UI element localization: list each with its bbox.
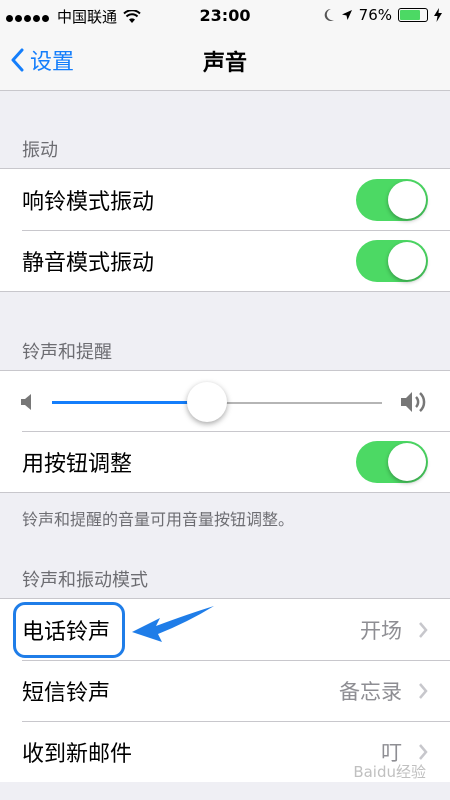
page-title: 声音 [202, 51, 247, 76]
new-mail-label: 收到新邮件 [22, 741, 133, 767]
vibrate-on-ring-row: 响铃模式振动 [0, 169, 450, 230]
change-with-buttons-row: 用按钮调整 [0, 431, 450, 492]
text-tone-row[interactable]: 短信铃声 备忘录 [0, 660, 450, 721]
volume-slider-thumb[interactable] [187, 382, 227, 422]
navigation-bar: 设置 声音 [0, 30, 450, 91]
watermark: Baidu经验 [353, 763, 426, 781]
toggle-knob [388, 443, 426, 481]
battery-percent: 76% [358, 6, 392, 24]
annotation-arrow-icon [132, 606, 214, 642]
status-bar: 中国联通 23:00 76% [0, 0, 450, 30]
text-tone-value: 备忘录 [339, 679, 402, 704]
chevron-right-icon [419, 744, 428, 760]
ringer-group: 用按钮调整 [0, 370, 450, 493]
speaker-low-icon [21, 394, 31, 410]
chevron-right-icon [419, 622, 428, 638]
location-icon [341, 10, 352, 20]
text-tone-label: 短信铃声 [22, 680, 111, 706]
chevron-right-icon [419, 683, 428, 699]
speaker-high-icon [401, 392, 426, 412]
toggle-knob [388, 242, 426, 280]
ringtone-value: 开场 [360, 618, 402, 643]
vibrate-on-silent-toggle[interactable] [356, 240, 428, 282]
change-with-buttons-toggle[interactable] [356, 441, 428, 483]
section-header-patterns: 铃声和振动模式 [22, 570, 148, 591]
section-header-vibrate: 振动 [22, 140, 58, 161]
vibrate-on-silent-label: 静音模式振动 [22, 250, 155, 276]
vibrate-on-ring-toggle[interactable] [356, 179, 428, 221]
vibrate-on-ring-label: 响铃模式振动 [22, 189, 155, 215]
volume-track-filled [52, 401, 207, 404]
volume-track-empty [207, 402, 382, 404]
ringtone-highlight-box [13, 602, 125, 658]
section-header-ringer: 铃声和提醒 [22, 342, 112, 363]
ringer-footnote: 铃声和提醒的音量可用音量按钮调整。 [22, 510, 295, 529]
moon-icon [324, 8, 334, 21]
change-with-buttons-label: 用按钮调整 [22, 451, 133, 477]
charging-icon [434, 8, 442, 22]
vibrate-group: 响铃模式振动 静音模式振动 [0, 168, 450, 292]
toggle-knob [388, 181, 426, 219]
battery-icon [398, 8, 428, 22]
vibrate-on-silent-row: 静音模式振动 [0, 230, 450, 291]
volume-slider-row [0, 371, 450, 431]
